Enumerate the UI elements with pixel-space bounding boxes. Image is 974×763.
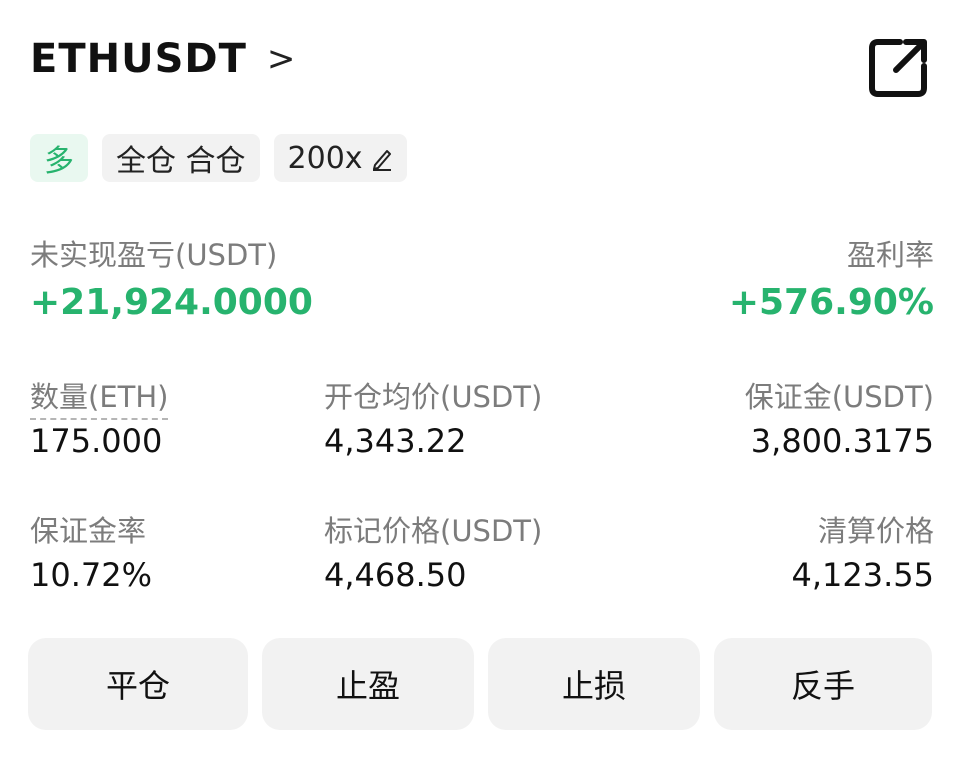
share-external-icon[interactable] bbox=[866, 36, 930, 100]
liquidation-price-label: 清算价格 bbox=[817, 514, 934, 548]
margin-ratio-value: 10.72% bbox=[30, 556, 153, 594]
mark-price-label: 标记价格(USDT) bbox=[324, 514, 543, 548]
roe-value: +576.90% bbox=[728, 282, 934, 323]
entry-price-label: 开仓均价(USDT) bbox=[324, 380, 543, 414]
edit-pencil-icon bbox=[372, 150, 391, 171]
unrealized-pnl-value: +21,924.0000 bbox=[30, 282, 313, 323]
margin-label: 保证金(USDT) bbox=[744, 380, 934, 414]
quantity-label[interactable]: 数量(ETH) bbox=[30, 374, 169, 420]
quantity-value: 175.000 bbox=[30, 422, 163, 460]
liquidation-price-value: 4,123.55 bbox=[791, 556, 935, 594]
position-tags: 多 全仓 合仓 200x bbox=[30, 134, 407, 182]
stop-loss-button[interactable]: 止损 bbox=[488, 638, 700, 730]
unrealized-pnl-label: 未实现盈亏(USDT) bbox=[30, 238, 278, 272]
entry-price-value: 4,343.22 bbox=[324, 422, 467, 460]
symbol-title[interactable]: ETHUSDT bbox=[30, 36, 247, 82]
margin-mode-badge[interactable]: 全仓 合仓 bbox=[102, 134, 260, 182]
reverse-position-button[interactable]: 反手 bbox=[714, 638, 932, 730]
leverage-badge[interactable]: 200x bbox=[273, 134, 407, 182]
action-buttons: 平仓 止盈 止损 反手 bbox=[28, 638, 932, 730]
mark-price-value: 4,468.50 bbox=[324, 556, 467, 594]
roe-label: 盈利率 bbox=[846, 238, 934, 272]
margin-value: 3,800.3175 bbox=[750, 422, 934, 460]
leverage-value: 200x bbox=[287, 140, 363, 176]
close-position-button[interactable]: 平仓 bbox=[28, 638, 248, 730]
margin-ratio-label: 保证金率 bbox=[30, 514, 147, 548]
symbol-header[interactable]: ETHUSDT > bbox=[30, 36, 295, 82]
chevron-right-icon[interactable]: > bbox=[267, 39, 296, 79]
take-profit-button[interactable]: 止盈 bbox=[262, 638, 474, 730]
side-badge: 多 bbox=[30, 134, 88, 182]
